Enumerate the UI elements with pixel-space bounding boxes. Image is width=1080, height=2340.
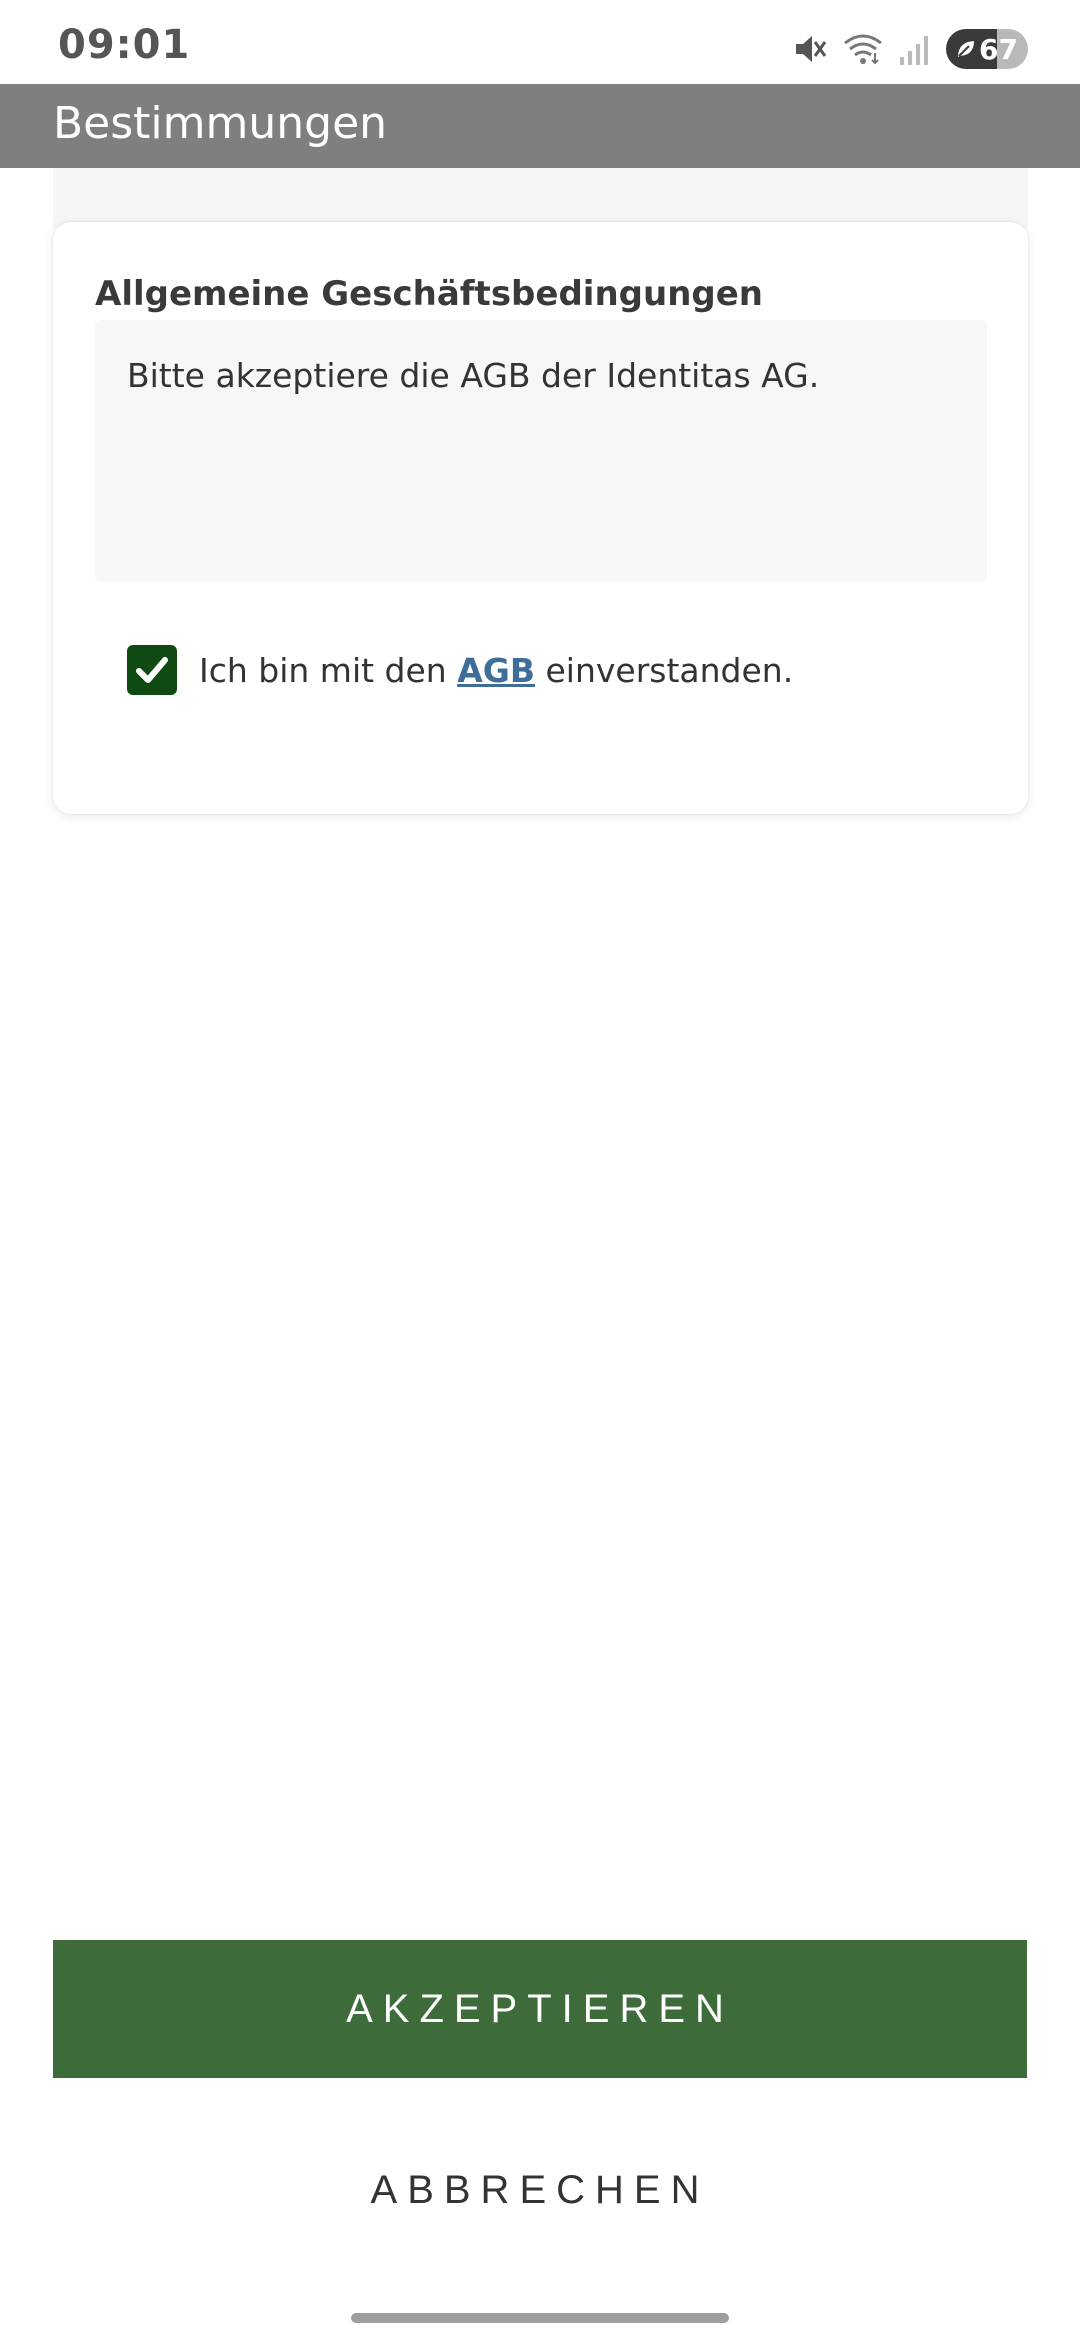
terms-info-box: Bitte akzeptiere die AGB der Identitas A… [95,320,987,582]
screen: 09:01 67 Bestimmungen Allgemeine Geschäf… [0,0,1080,2340]
signal-icon [898,31,932,67]
page-title: Bestimmungen [53,98,388,149]
consent-label: Ich bin mit den AGB einverstanden. [199,651,793,690]
agb-link[interactable]: AGB [457,651,535,690]
battery-level: 67 [979,32,1018,66]
battery-icon: 67 [946,29,1028,69]
accept-button[interactable]: AKZEPTIEREN [53,1940,1027,2078]
leaf-icon [958,41,974,57]
home-indicator[interactable] [351,2313,729,2323]
cancel-button[interactable]: ABBRECHEN [53,2130,1027,2250]
checkmark-icon [136,657,168,683]
terms-description: Bitte akzeptiere die AGB der Identitas A… [127,356,820,395]
content-background [53,168,1028,228]
status-icons: 67 [792,26,1028,72]
terms-title: Allgemeine Geschäftsbedingungen [95,274,763,314]
consent-row: Ich bin mit den AGB einverstanden. [127,644,793,696]
wifi-icon [842,31,884,67]
consent-text-after: einverstanden. [534,650,794,690]
consent-checkbox[interactable] [127,645,177,695]
mute-icon [792,31,828,67]
status-time: 09:01 [58,22,191,68]
app-bar: Bestimmungen [0,84,1080,168]
consent-text-before: Ich bin mit den [199,650,458,690]
terms-card: Allgemeine Geschäftsbedingungen Bitte ak… [53,222,1028,814]
status-bar: 09:01 67 [0,0,1080,84]
